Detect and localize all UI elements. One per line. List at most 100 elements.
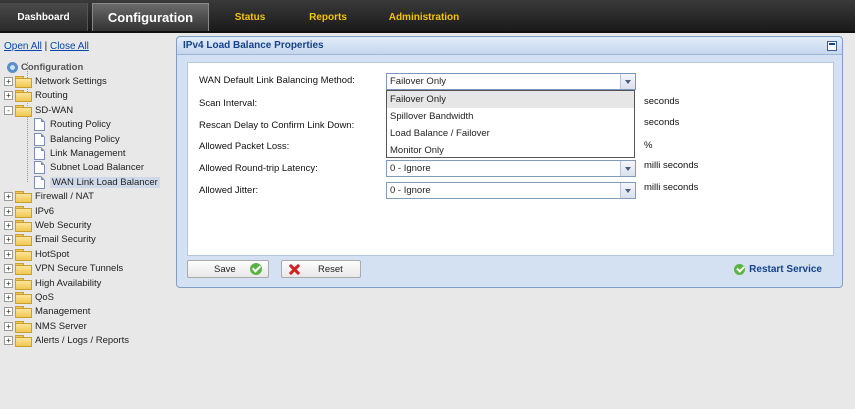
latency-label: Allowed Round-trip Latency: — [199, 163, 318, 174]
expand-icon[interactable]: + — [4, 220, 13, 230]
latency-unit: milli seconds — [644, 160, 699, 171]
tab-dashboard[interactable]: Dashboard — [0, 3, 88, 31]
tree-item-label: Balancing Policy — [50, 133, 120, 145]
rescan-delay-unit: seconds — [644, 117, 680, 128]
tree-item-label: IPv6 — [35, 205, 55, 217]
folder-icon — [15, 191, 32, 204]
tree-item-routing[interactable]: + Routing — [4, 89, 160, 103]
expand-icon[interactable]: + — [4, 336, 13, 346]
tree-item-ipv6[interactable]: + IPv6 — [4, 204, 160, 218]
tree-item-balancing-policy[interactable]: Balancing Policy — [4, 132, 160, 146]
tree-item-hotspot[interactable]: + HotSpot — [4, 247, 160, 261]
restart-service-button[interactable]: Restart Service — [734, 264, 822, 275]
dropdown-option[interactable]: Spillover Bandwidth — [387, 108, 634, 125]
tree-item-label: Web Security — [35, 219, 92, 231]
tree-item-sd-wan[interactable]: - SD-WAN — [4, 103, 160, 117]
tab-reports[interactable]: Reports — [303, 3, 353, 31]
expand-icon[interactable]: + — [4, 91, 13, 101]
jitter-value: 0 - Ignore — [390, 185, 431, 196]
page-icon — [34, 118, 45, 132]
collapse-icon[interactable]: - — [4, 105, 13, 115]
tree-item-vpn-secure-tunnels[interactable]: + VPN Secure Tunnels — [4, 261, 160, 276]
tree-item-label: NMS Server — [35, 320, 87, 332]
balancing-method-value: Failover Only — [390, 76, 446, 87]
panel-body: WAN Default Link Balancing Method: Failo… — [187, 62, 834, 256]
dropdown-option[interactable]: Failover Only — [387, 91, 634, 108]
reset-button[interactable]: Reset — [281, 260, 361, 278]
tree-item-label: Link Management — [50, 148, 126, 160]
tree-item-link-management[interactable]: Link Management — [4, 146, 160, 161]
tree-item-label: Management — [35, 306, 91, 318]
gear-icon — [7, 61, 18, 73]
tree-root-label: Configuration — [21, 61, 84, 73]
expand-icon[interactable]: + — [4, 206, 13, 216]
tree-item-label: SD-WAN — [35, 104, 74, 116]
dropdown-option[interactable]: Monitor Only — [387, 142, 634, 159]
expand-icon[interactable]: + — [4, 278, 13, 288]
jitter-select[interactable]: 0 - Ignore — [386, 182, 636, 199]
method-label: WAN Default Link Balancing Method: — [199, 75, 355, 86]
folder-icon — [15, 320, 32, 333]
tree-item-network-settings[interactable]: + Network Settings — [4, 74, 160, 89]
expand-icon[interactable]: + — [4, 192, 13, 202]
tab-status[interactable]: Status — [225, 3, 275, 31]
tree-root[interactable]: Configuration — [4, 60, 160, 74]
tree-item-qos[interactable]: + QoS — [4, 290, 160, 304]
expand-icon[interactable]: + — [4, 249, 13, 259]
rescan-delay-label: Rescan Delay to Confirm Link Down: — [199, 120, 355, 131]
expand-icon[interactable]: + — [4, 264, 13, 274]
tree-item-label: Firewall / NAT — [35, 191, 94, 203]
reset-label: Reset — [318, 263, 343, 275]
folder-icon — [15, 248, 32, 261]
tree-item-alerts-logs-reports[interactable]: + Alerts / Logs / Reports — [4, 333, 160, 348]
jitter-unit: milli seconds — [644, 182, 699, 193]
latency-value: 0 - Ignore — [390, 163, 431, 174]
tab-configuration[interactable]: Configuration — [92, 3, 209, 31]
expand-icon[interactable]: + — [4, 235, 13, 245]
panel-title: IPv4 Load Balance Properties — [183, 40, 324, 51]
chevron-down-icon[interactable] — [620, 161, 635, 176]
packet-loss-label: Allowed Packet Loss: — [199, 141, 290, 152]
expand-icon[interactable]: + — [4, 307, 13, 317]
folder-icon — [15, 306, 32, 319]
check-icon — [250, 263, 262, 275]
tree-item-routing-policy[interactable]: Routing Policy — [4, 118, 160, 132]
tree-item-email-security[interactable]: + Email Security — [4, 233, 160, 247]
folder-icon — [15, 219, 32, 232]
check-circle-icon — [734, 264, 746, 275]
save-button[interactable]: Save — [187, 260, 269, 278]
top-nav: Dashboard Configuration Status Reports A… — [0, 0, 855, 33]
packet-loss-unit: % — [644, 140, 653, 151]
load-balance-panel: IPv4 Load Balance Properties WAN Default… — [176, 36, 843, 288]
open-all-link[interactable]: Open All — [4, 41, 42, 52]
tree-item-nms-server[interactable]: + NMS Server — [4, 319, 160, 333]
scan-interval-unit: seconds — [644, 96, 680, 107]
folder-icon — [15, 291, 32, 304]
page-icon — [34, 161, 45, 175]
balancing-method-select[interactable]: Failover Only — [386, 73, 636, 90]
latency-select[interactable]: 0 - Ignore — [386, 160, 636, 177]
tree-item-label: High Availability — [35, 277, 102, 289]
tree-item-management[interactable]: + Management — [4, 305, 160, 319]
tree-item-high-availability[interactable]: + High Availability — [4, 276, 160, 290]
tab-administration[interactable]: Administration — [385, 3, 463, 31]
folder-icon — [15, 76, 32, 89]
tree-item-label: VPN Secure Tunnels — [35, 263, 124, 275]
folder-open-icon — [15, 104, 32, 117]
collapse-panel-icon[interactable] — [827, 41, 837, 51]
chevron-down-icon[interactable] — [620, 183, 635, 198]
folder-icon — [15, 205, 32, 218]
tree-item-web-security[interactable]: + Web Security — [4, 218, 160, 232]
expand-icon[interactable]: + — [4, 77, 13, 87]
expand-icon[interactable]: + — [4, 321, 13, 331]
expand-icon[interactable]: + — [4, 292, 13, 302]
tree-item-label: Subnet Load Balancer — [50, 162, 145, 174]
tree-item-subnet-load-balancer[interactable]: Subnet Load Balancer — [4, 161, 160, 175]
dropdown-option[interactable]: Load Balance / Failover — [387, 125, 634, 142]
tree-item-firewall-nat[interactable]: + Firewall / NAT — [4, 190, 160, 204]
close-all-link[interactable]: Close All — [50, 41, 89, 52]
page-icon — [34, 175, 45, 189]
tree-item-wan-link-load-balancer[interactable]: WAN Link Load Balancer — [4, 175, 160, 189]
tree-link-separator: | — [44, 41, 48, 52]
chevron-down-icon[interactable] — [620, 74, 635, 89]
